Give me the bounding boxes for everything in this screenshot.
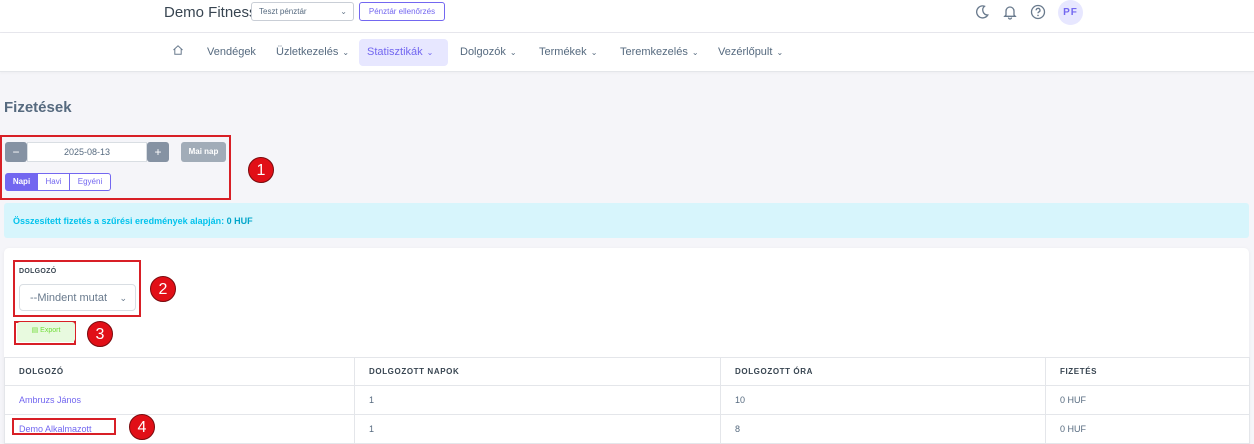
nav-item-statisztikak[interactable]: Statisztikák ⌄ [359,39,448,66]
annotation-marker-3: 3 [87,321,113,347]
nav-item-uzletkezeles[interactable]: Üzletkezelés ⌄ [268,39,357,66]
top-bar: Demo Fitness Teszt pénztár ⌄ Pénztár ell… [0,0,1254,33]
nav-item-dolgozok[interactable]: Dolgozók ⌄ [452,39,525,66]
nav-item-label: Dolgozók [460,46,506,58]
column-header-worked-hours: DOLGOZOTT ÓRA [720,357,1046,386]
column-header-employee: DOLGOZÓ [4,357,355,386]
employee-link[interactable]: Ambruzs János [19,395,81,405]
main-nav: Vendégek Üzletkezelés ⌄ Statisztikák ⌄ Dol… [0,33,1254,72]
register-check-button[interactable]: Pénztár ellenőrzés [359,2,445,21]
bell-icon[interactable] [1002,4,1018,24]
cell-pay: 0 HUF [1045,385,1250,415]
annotation-marker-2: 2 [150,276,176,302]
nav-item-label: Vezérlőpult [718,46,773,58]
nav-item-label: Termékek [539,46,587,58]
tab-havi[interactable]: Havi [37,173,70,191]
annotation-marker-4: 4 [129,414,155,440]
brand-name[interactable]: Demo Fitness [164,4,257,21]
summary-text: Összesített fizetés a szűrési eredmények… [13,216,225,226]
date-decrement-button[interactable]: − [5,142,27,162]
nav-item-label: Statisztikák [367,46,423,58]
date-input[interactable]: 2025-08-13 [27,142,147,162]
avatar[interactable]: PF [1058,0,1083,25]
summary-amount: 0 HUF [226,216,253,226]
cell-worked-days: 1 [354,414,721,444]
chevron-down-icon: ⌄ [691,48,699,57]
chevron-down-icon: ⌄ [590,48,598,57]
column-header-pay: FIZETÉS [1045,357,1250,386]
cell-worked-hours: 8 [720,414,1046,444]
nav-item-vendegek[interactable]: Vendégek [199,39,264,66]
nav-item-termekek[interactable]: Termékek ⌄ [531,39,605,66]
summary-alert: Összesített fizetés a szűrési eredmények… [4,203,1249,238]
annotation-marker-1: 1 [248,157,274,183]
cell-worked-hours: 10 [720,385,1046,415]
tab-napi[interactable]: Napi [5,173,38,191]
nav-item-teremkezeles[interactable]: Teremkezelés ⌄ [612,39,707,66]
column-header-worked-days: DOLGOZOTT NAPOK [354,357,721,386]
employee-select-value: --Mindent mutat [30,292,108,304]
table-header-row: DOLGOZÓ DOLGOZOTT NAPOK DOLGOZOTT ÓRA FI… [4,357,1250,386]
date-increment-button[interactable]: + [147,142,169,162]
today-button[interactable]: Mai nap [181,142,226,162]
employee-select[interactable]: --Mindent mutat ⌄ [19,284,136,311]
export-label: Export [40,327,61,334]
chevron-down-icon: ⌄ [509,48,517,57]
chevron-down-icon: ⌄ [426,48,434,57]
table-row: Ambruzs János 1 10 0 HUF [4,385,1250,415]
chevron-down-icon: ⌄ [776,48,784,57]
nav-item-label: Vendégek [207,46,256,58]
home-icon[interactable] [172,44,184,59]
cell-worked-days: 1 [354,385,721,415]
file-icon: ▤ [31,327,39,334]
register-select-value: Teszt pénztár [259,7,307,16]
help-icon[interactable] [1030,4,1046,24]
register-select[interactable]: Teszt pénztár ⌄ [251,2,354,21]
table-row: Demo Alkalmazott 1 8 0 HUF [4,414,1250,444]
chevron-down-icon: ⌄ [340,7,347,16]
chevron-down-icon: ⌄ [119,293,127,303]
nav-item-vezerlopult[interactable]: Vezérlőpult ⌄ [710,39,791,66]
cell-pay: 0 HUF [1045,414,1250,444]
tab-egyeni[interactable]: Egyéni [69,173,111,191]
employee-filter-label: DOLGOZÓ [19,268,57,275]
annotation-box-4 [12,418,116,435]
cell-employee: Ambruzs János [4,385,355,415]
export-button[interactable]: ▤ Export [17,322,75,342]
page-title: Fizetések [4,99,72,116]
nav-item-label: Üzletkezelés [276,46,339,58]
nav-item-label: Teremkezelés [620,46,688,58]
moon-icon[interactable] [974,4,990,24]
payments-table: DOLGOZÓ DOLGOZOTT NAPOK DOLGOZOTT ÓRA FI… [4,357,1250,444]
chevron-down-icon: ⌄ [342,48,350,57]
